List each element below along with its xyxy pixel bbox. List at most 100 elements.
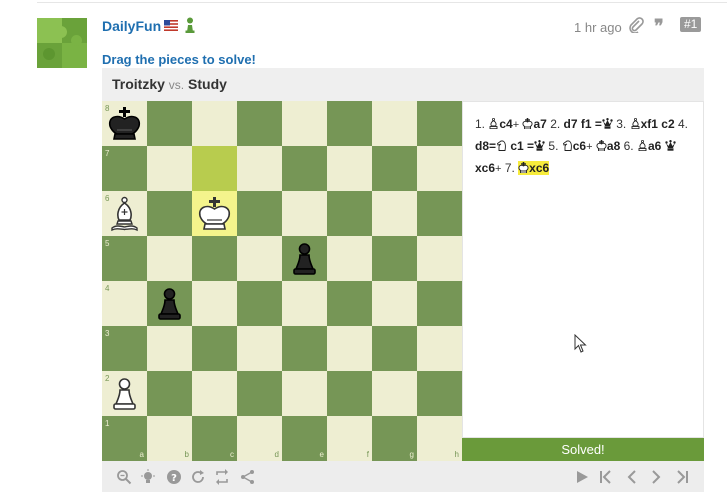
move-item[interactable]: xf1 xyxy=(630,117,658,131)
play-icon[interactable] xyxy=(574,469,590,485)
square-h8[interactable] xyxy=(417,101,462,146)
previous-move-icon[interactable] xyxy=(624,469,640,485)
square-a3[interactable]: 3 xyxy=(102,326,147,371)
move-number: 3. xyxy=(616,117,630,131)
move-number: 2. xyxy=(550,117,564,131)
pawn-icon xyxy=(185,17,195,33)
square-h4[interactable] xyxy=(417,281,462,326)
square-c5[interactable] xyxy=(192,236,237,281)
square-a4[interactable]: 4 xyxy=(102,281,147,326)
square-d6[interactable] xyxy=(237,191,282,236)
square-c8[interactable] xyxy=(192,101,237,146)
avatar[interactable] xyxy=(37,18,87,68)
move-item[interactable]: c4 xyxy=(488,117,513,131)
square-b2[interactable] xyxy=(147,371,192,416)
puzzle-prompt: Drag the pieces to solve! xyxy=(102,52,256,67)
square-f7[interactable] xyxy=(327,146,372,191)
move-item[interactable]: c2 xyxy=(661,117,674,131)
square-h1[interactable]: h xyxy=(417,416,462,461)
move-item[interactable]: a7 xyxy=(522,117,547,131)
black-pawn-piece[interactable] xyxy=(150,284,189,323)
move-item[interactable]: d8= xyxy=(475,139,507,153)
chess-board[interactable]: 87654321abcdefgh xyxy=(102,101,462,461)
square-d8[interactable] xyxy=(237,101,282,146)
square-b1[interactable]: b xyxy=(147,416,192,461)
square-c7[interactable] xyxy=(192,146,237,191)
square-g3[interactable] xyxy=(372,326,417,371)
square-f6[interactable] xyxy=(327,191,372,236)
square-e8[interactable] xyxy=(282,101,327,146)
flip-board-icon[interactable] xyxy=(214,469,230,485)
move-item[interactable]: d7 xyxy=(564,117,578,131)
square-b7[interactable] xyxy=(147,146,192,191)
square-g8[interactable] xyxy=(372,101,417,146)
hint-bulb-icon[interactable] xyxy=(140,469,156,485)
share-icon[interactable] xyxy=(240,469,256,485)
help-icon[interactable]: ? xyxy=(166,469,182,485)
square-d1[interactable]: d xyxy=(237,416,282,461)
square-c4[interactable] xyxy=(192,281,237,326)
square-e2[interactable] xyxy=(282,371,327,416)
square-h6[interactable] xyxy=(417,191,462,236)
square-f2[interactable] xyxy=(327,371,372,416)
square-c1[interactable]: c xyxy=(192,416,237,461)
square-f5[interactable] xyxy=(327,236,372,281)
square-e7[interactable] xyxy=(282,146,327,191)
paperclip-icon[interactable] xyxy=(628,17,644,33)
square-e4[interactable] xyxy=(282,281,327,326)
square-f1[interactable]: f xyxy=(327,416,372,461)
next-move-icon[interactable] xyxy=(648,469,664,485)
square-b3[interactable] xyxy=(147,326,192,371)
square-d4[interactable] xyxy=(237,281,282,326)
square-f8[interactable] xyxy=(327,101,372,146)
black-king-piece[interactable] xyxy=(105,104,144,143)
square-g2[interactable] xyxy=(372,371,417,416)
file-label: d xyxy=(274,450,279,459)
square-g1[interactable]: g xyxy=(372,416,417,461)
square-g7[interactable] xyxy=(372,146,417,191)
square-c3[interactable] xyxy=(192,326,237,371)
square-b5[interactable] xyxy=(147,236,192,281)
square-h7[interactable] xyxy=(417,146,462,191)
white-bishop-piece[interactable] xyxy=(105,194,144,233)
white-king-piece[interactable] xyxy=(195,194,234,233)
first-move-icon[interactable] xyxy=(598,469,614,485)
black-pawn-piece[interactable] xyxy=(285,239,324,278)
square-g5[interactable] xyxy=(372,236,417,281)
square-h2[interactable] xyxy=(417,371,462,416)
move-item[interactable]: a8 xyxy=(596,139,620,153)
post-number-badge[interactable]: #1 xyxy=(680,17,702,32)
square-h5[interactable] xyxy=(417,236,462,281)
square-a5[interactable]: 5 xyxy=(102,236,147,281)
zoom-icon[interactable] xyxy=(116,469,132,485)
move-number: 4. xyxy=(677,117,688,131)
square-e6[interactable] xyxy=(282,191,327,236)
square-d2[interactable] xyxy=(237,371,282,416)
square-b6[interactable] xyxy=(147,191,192,236)
square-e1[interactable]: e xyxy=(282,416,327,461)
square-a1[interactable]: 1a xyxy=(102,416,147,461)
square-f3[interactable] xyxy=(327,326,372,371)
reset-icon[interactable] xyxy=(190,469,206,485)
square-c2[interactable] xyxy=(192,371,237,416)
white-pawn-piece[interactable] xyxy=(105,374,144,413)
move-item[interactable]: xc6 xyxy=(518,161,550,175)
square-a7[interactable]: 7 xyxy=(102,146,147,191)
last-move-icon[interactable] xyxy=(674,469,690,485)
move-item[interactable]: f1 = xyxy=(581,117,613,131)
square-d7[interactable] xyxy=(237,146,282,191)
username-link[interactable]: DailyFun xyxy=(102,18,161,34)
square-e3[interactable] xyxy=(282,326,327,371)
move-item[interactable]: c6 xyxy=(562,139,586,153)
square-g6[interactable] xyxy=(372,191,417,236)
square-d3[interactable] xyxy=(237,326,282,371)
move-item[interactable]: a6 xyxy=(637,139,661,153)
square-d5[interactable] xyxy=(237,236,282,281)
square-h3[interactable] xyxy=(417,326,462,371)
versus-label: vs. xyxy=(168,78,185,92)
move-item[interactable]: c1 = xyxy=(510,139,545,153)
square-f4[interactable] xyxy=(327,281,372,326)
quote-icon[interactable]: ❞ xyxy=(654,16,664,37)
square-b8[interactable] xyxy=(147,101,192,146)
square-g4[interactable] xyxy=(372,281,417,326)
